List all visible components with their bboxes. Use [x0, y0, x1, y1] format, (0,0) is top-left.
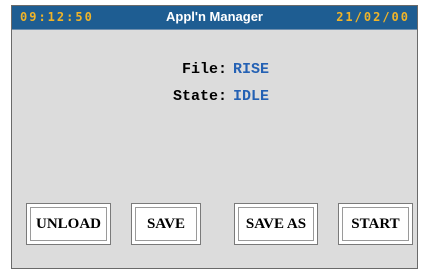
file-label: File:: [181, 61, 227, 78]
save-button-label: SAVE: [135, 207, 197, 241]
file-row: File: RISE: [12, 59, 417, 86]
state-row: State: IDLE: [12, 86, 417, 113]
clock-date: 21/02/00: [336, 10, 410, 24]
state-value: IDLE: [233, 88, 270, 105]
start-button[interactable]: START: [338, 203, 413, 245]
app-screen: 09:12:50 Appl'n Manager 21/02/00 File: R…: [11, 5, 418, 269]
save-button[interactable]: SAVE: [131, 203, 201, 245]
save-as-button[interactable]: SAVE AS: [234, 203, 318, 245]
start-button-label: START: [342, 207, 409, 241]
title-bar: 09:12:50 Appl'n Manager 21/02/00: [12, 6, 417, 30]
state-label: State:: [172, 88, 227, 105]
save-as-button-label: SAVE AS: [238, 207, 314, 241]
file-value: RISE: [233, 61, 270, 78]
unload-button-label: UNLOAD: [30, 207, 107, 241]
unload-button[interactable]: UNLOAD: [26, 203, 111, 245]
status-panel: File: RISE State: IDLE: [12, 59, 417, 113]
